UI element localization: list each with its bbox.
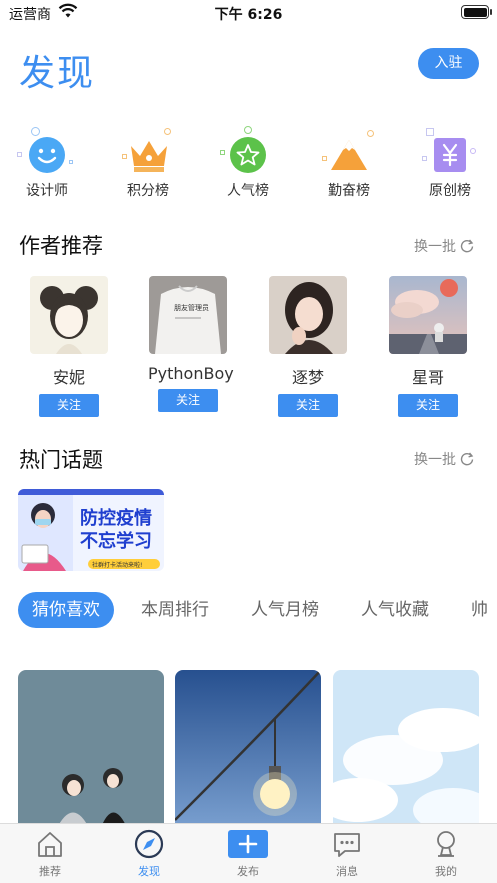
status-bar: 运营商 下午 6:26	[0, 0, 497, 26]
yen-icon	[420, 126, 480, 178]
feed-card[interactable]	[175, 670, 321, 830]
tabbar-item-messages[interactable]: 消息	[307, 828, 387, 879]
author-avatar[interactable]	[389, 276, 467, 354]
feed-tabs: 猜你喜欢 本周排行 人气月榜 人气收藏 帅	[0, 592, 497, 630]
follow-button[interactable]: 关注	[39, 394, 99, 417]
author-card[interactable]: 逐梦 关注	[268, 276, 348, 417]
bottom-tab-bar: 推荐 发现 发布 消息 我的	[0, 823, 497, 883]
refresh-label: 换一批	[414, 452, 456, 468]
tab-partial[interactable]: 帅	[471, 592, 488, 628]
topic-tag: 社群打卡活动来啦!	[92, 561, 142, 569]
tabbar-item-mine[interactable]: 我的	[406, 828, 486, 879]
tab-monthly-popular[interactable]: 人气月榜	[251, 592, 319, 628]
refresh-icon	[460, 452, 474, 466]
status-time: 下午 6:26	[214, 7, 283, 23]
topic-line1: 防控疫情	[80, 507, 152, 529]
follow-button[interactable]: 关注	[398, 394, 458, 417]
home-icon	[34, 828, 66, 860]
tabbar-item-recommend[interactable]: 推荐	[10, 828, 90, 879]
category-label: 积分榜	[127, 183, 169, 199]
tabbar-item-publish[interactable]: 发布	[208, 828, 288, 879]
page-title: 发现	[19, 53, 96, 94]
author-name: PythonBoy	[148, 364, 234, 383]
author-avatar[interactable]	[269, 276, 347, 354]
plus-icon	[228, 828, 268, 860]
feed-card[interactable]	[333, 670, 479, 830]
refresh-icon	[460, 239, 474, 253]
author-avatar[interactable]: 朋友管理员	[149, 276, 227, 354]
topic-line2: 不忘学习	[80, 530, 152, 552]
category-label: 人气榜	[227, 183, 269, 199]
category-popularity[interactable]: 人气榜	[208, 126, 288, 200]
tabbar-label: 消息	[336, 865, 358, 878]
author-avatar[interactable]	[30, 276, 108, 354]
category-label: 原创榜	[429, 183, 471, 199]
compass-icon	[133, 828, 165, 860]
author-name: 星哥	[411, 368, 444, 387]
topics-refresh-button[interactable]: 换一批	[414, 449, 474, 469]
tabbar-label: 推荐	[39, 865, 61, 878]
user-icon	[430, 828, 462, 860]
authors-refresh-button[interactable]: 换一批	[414, 236, 474, 256]
star-icon	[218, 126, 278, 178]
tab-popular-favorites[interactable]: 人气收藏	[361, 592, 429, 628]
author-name: 安妮	[52, 368, 85, 387]
feed-card[interactable]	[18, 670, 164, 830]
author-card[interactable]: 安妮 关注	[29, 276, 109, 417]
category-row: 设计师 积分榜 人气榜 勤奋榜 原创榜	[0, 126, 497, 206]
category-label: 勤奋榜	[328, 183, 370, 199]
follow-button[interactable]: 关注	[158, 389, 218, 412]
tab-guess-you-like[interactable]: 猜你喜欢	[18, 592, 114, 628]
tabbar-label: 我的	[435, 865, 457, 878]
tabbar-item-discover[interactable]: 发现	[109, 828, 189, 879]
author-card[interactable]: 朋友管理员 PythonBoy 关注	[148, 276, 234, 412]
join-button[interactable]: 入驻	[418, 48, 479, 79]
category-label: 设计师	[26, 183, 68, 199]
tabbar-label: 发布	[237, 865, 259, 878]
smiley-icon	[17, 126, 77, 178]
author-card[interactable]: 星哥 关注	[388, 276, 468, 417]
category-diligence[interactable]: 勤奋榜	[309, 126, 389, 200]
category-points[interactable]: 积分榜	[108, 126, 188, 200]
category-designer[interactable]: 设计师	[7, 126, 87, 200]
shirt-text: 朋友管理员	[174, 303, 209, 312]
refresh-label: 换一批	[414, 239, 456, 255]
follow-button[interactable]: 关注	[278, 394, 338, 417]
battery-icon	[461, 5, 492, 19]
authors-section-title: 作者推荐	[19, 234, 103, 258]
tabbar-label: 发现	[138, 865, 160, 878]
topic-card[interactable]: 防控疫情 不忘学习 社群打卡活动来啦!	[18, 489, 164, 571]
category-original[interactable]: 原创榜	[410, 126, 490, 200]
crown-icon	[118, 126, 178, 178]
mountain-icon	[319, 126, 379, 178]
tab-weekly-rank[interactable]: 本周排行	[141, 592, 209, 628]
topics-section-title: 热门话题	[19, 448, 103, 472]
author-name: 逐梦	[291, 368, 324, 387]
message-icon	[331, 828, 363, 860]
